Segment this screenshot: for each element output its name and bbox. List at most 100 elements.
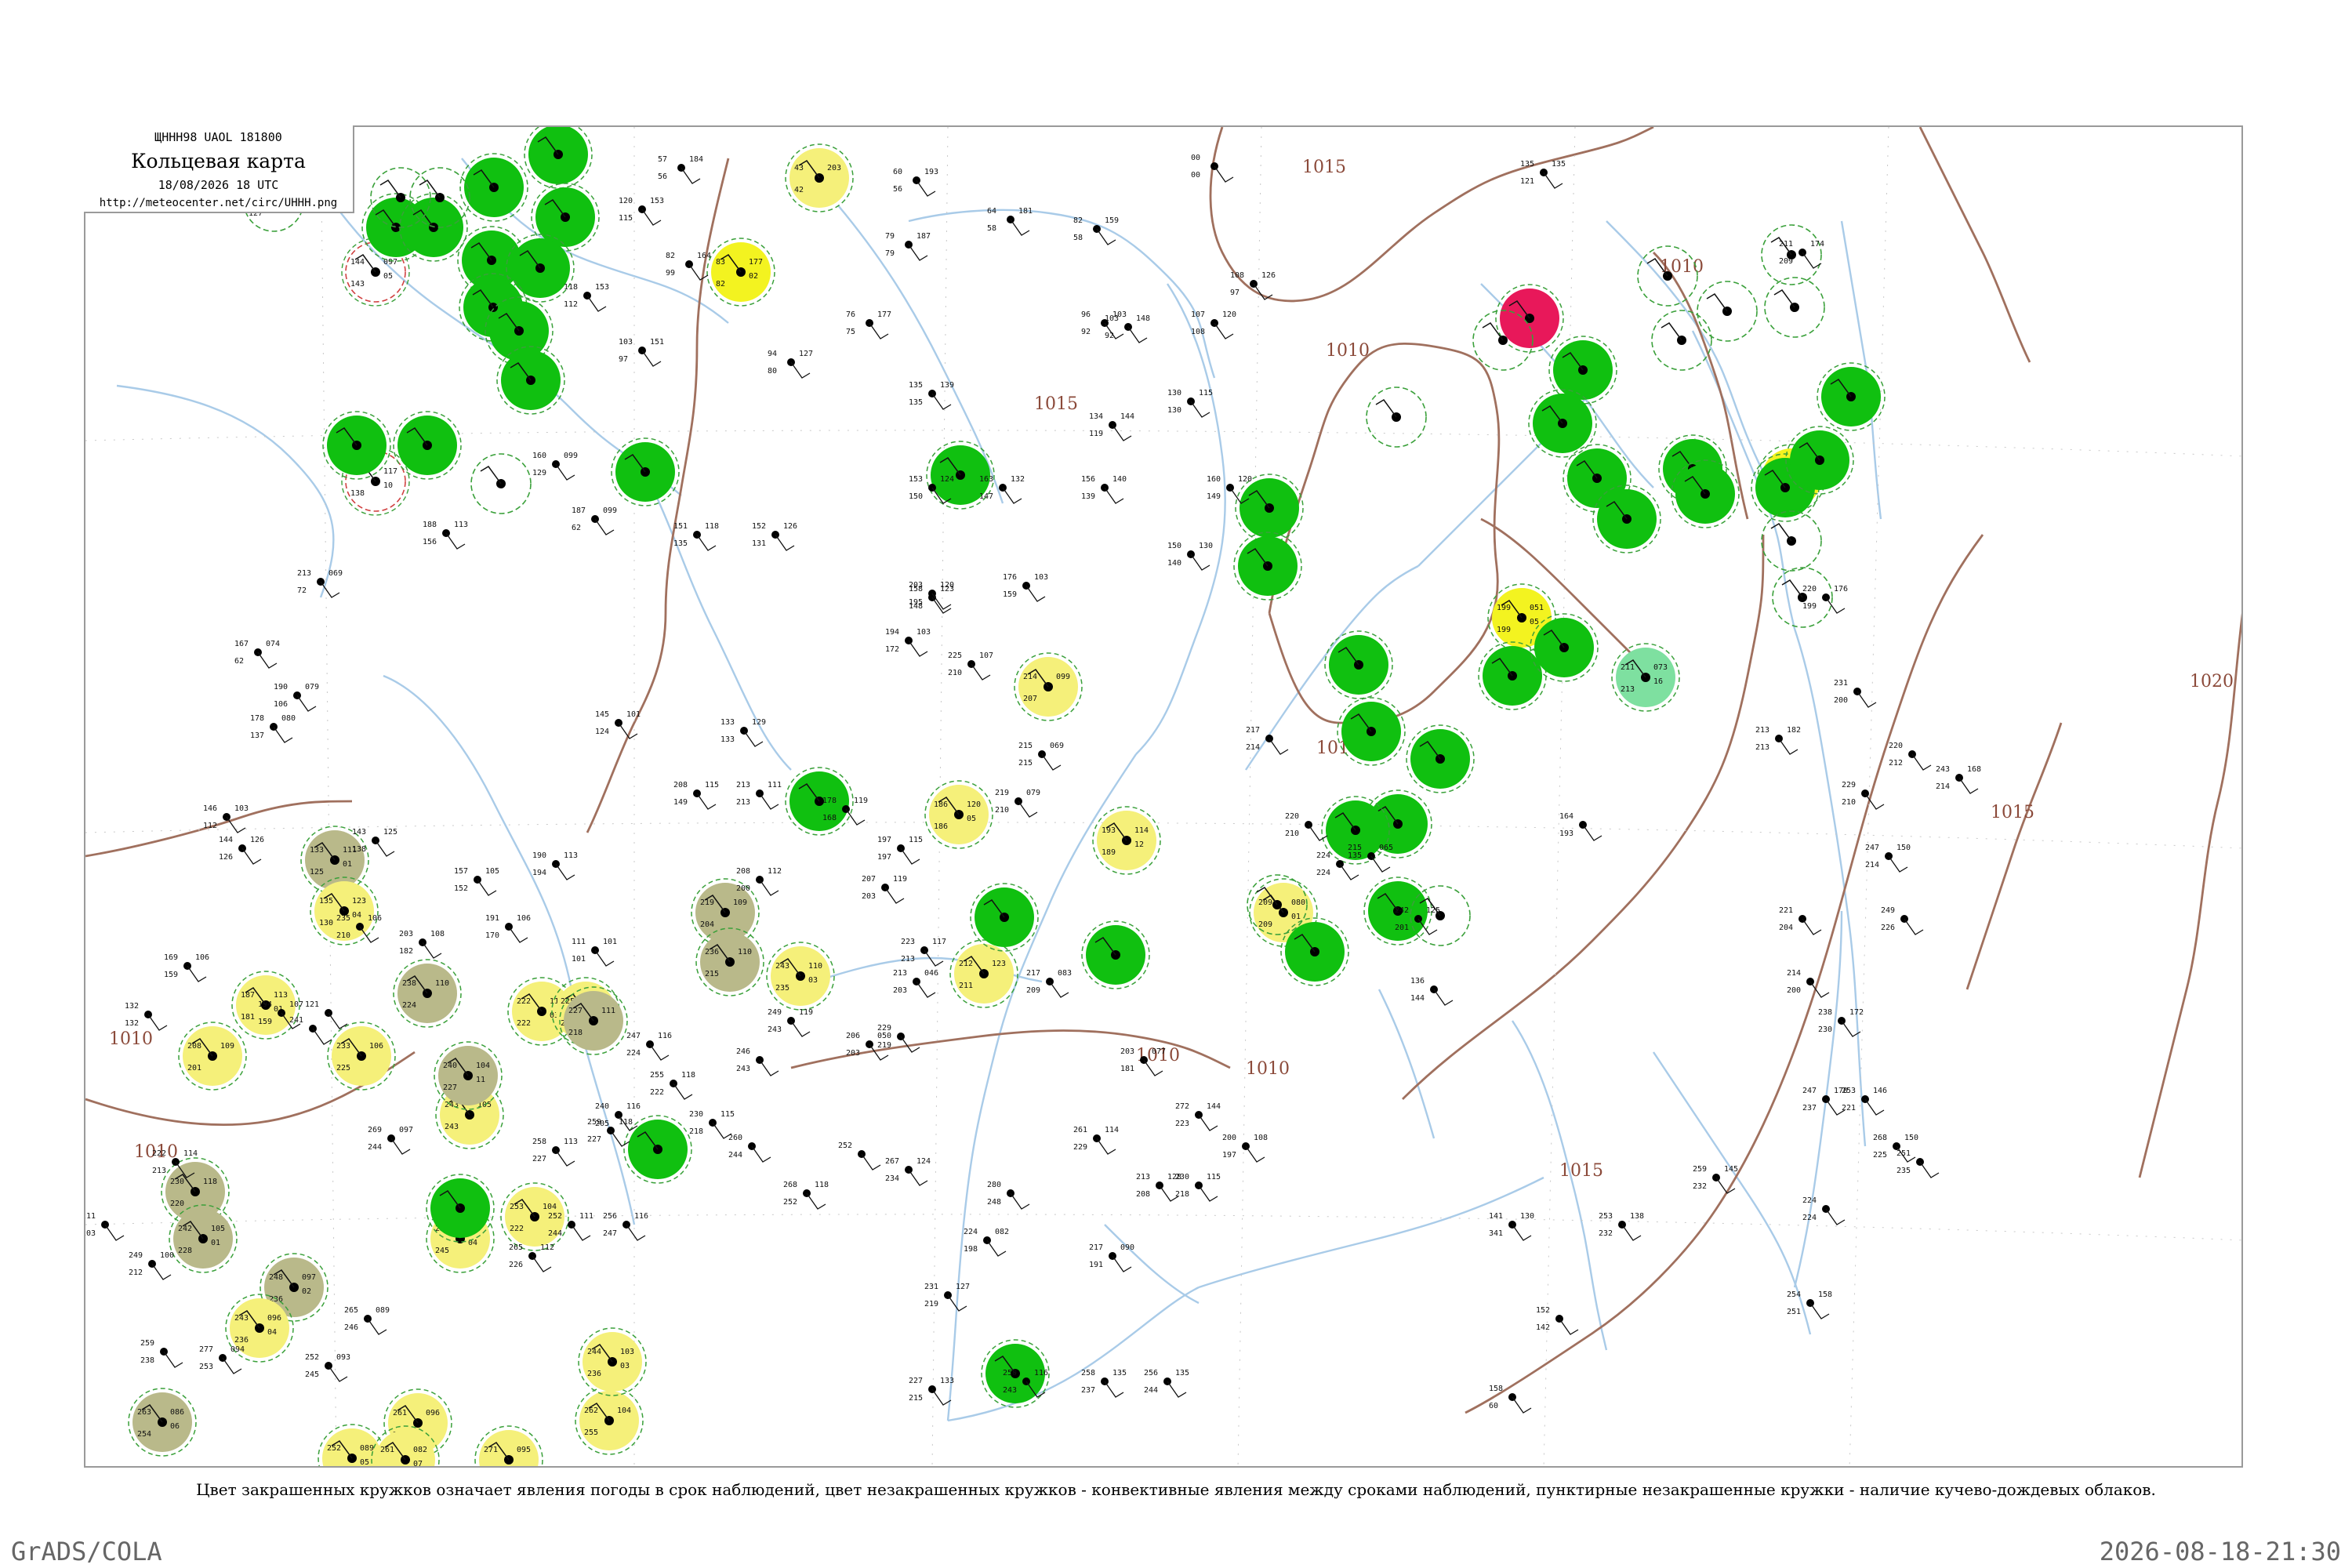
station[interactable]: 111 101 101 <box>572 938 617 967</box>
station[interactable]: 261 229 114 <box>1073 1126 1119 1155</box>
station[interactable]: 249 243 119 <box>768 1008 813 1037</box>
station[interactable]: 203 182 108 <box>399 930 445 959</box>
station[interactable]: 253 221 146 <box>1842 1087 1887 1116</box>
station[interactable]: 190 194 113 <box>532 851 578 880</box>
station[interactable]: 118 112 153 <box>564 283 609 312</box>
station-green[interactable] <box>1406 724 1475 793</box>
station[interactable]: 252 <box>838 1142 881 1171</box>
station[interactable]: 60 56 193 <box>893 168 938 197</box>
station[interactable]: 144 126 126 <box>219 836 264 865</box>
station[interactable]: 213 72 069 <box>297 569 343 598</box>
station[interactable]: 178 137 080 <box>250 714 296 743</box>
station[interactable]: 269 244 097 <box>368 1126 413 1155</box>
station[interactable]: 143 138 125 <box>352 828 397 857</box>
station[interactable]: 213 213 111 <box>736 781 782 810</box>
station[interactable]: 169 159 106 <box>164 953 209 982</box>
station-green[interactable] <box>1817 362 1886 431</box>
station[interactable]: 188 156 113 <box>423 521 468 550</box>
station-yellow[interactable]: 208 201 109 <box>178 1022 247 1091</box>
station[interactable]: 157 152 105 <box>454 867 499 896</box>
station[interactable]: 132 132 <box>125 1002 168 1031</box>
station[interactable]: 214 200 <box>1787 969 1830 998</box>
station[interactable]: 136 144 <box>1410 977 1454 1006</box>
station[interactable]: 160 129 099 <box>532 452 578 481</box>
station[interactable]: 191 170 106 <box>485 914 531 943</box>
station[interactable]: 141 341 130 <box>1489 1212 1534 1241</box>
station[interactable]: 121 <box>305 1000 348 1029</box>
station[interactable]: 217 209 083 <box>1026 969 1072 998</box>
station[interactable]: 164 193 <box>1559 812 1602 841</box>
station[interactable]: 277 253 094 <box>199 1345 245 1374</box>
station-olive[interactable]: 236 215 110 <box>695 927 764 996</box>
station[interactable]: 272 223 144 <box>1175 1102 1221 1131</box>
station[interactable]: 203 195 120 <box>909 581 954 610</box>
station[interactable]: 197 197 115 <box>877 836 923 865</box>
station[interactable]: 265 226 112 <box>509 1243 554 1272</box>
station[interactable]: 151 135 118 <box>673 522 719 551</box>
station[interactable]: 107 108 120 <box>1191 310 1236 339</box>
station-yellow[interactable]: 271271095 <box>474 1425 543 1468</box>
station[interactable]: 256 244 135 <box>1144 1369 1189 1398</box>
station-green[interactable] <box>785 767 854 836</box>
station-cb[interactable] <box>1761 224 1822 285</box>
station-yellow[interactable]: 244 236 103 03 <box>578 1327 647 1396</box>
station[interactable]: 208 149 115 <box>673 781 719 810</box>
station[interactable]: 220 210 <box>1285 812 1328 841</box>
station-olive[interactable]: 238 224 110 <box>393 959 462 1028</box>
station[interactable]: 224 198 082 <box>964 1228 1009 1257</box>
station[interactable]: 258 237 135 <box>1081 1369 1127 1398</box>
station-green[interactable] <box>426 1174 495 1243</box>
station[interactable]: 79 79 187 <box>885 232 931 261</box>
station-cb[interactable] <box>1366 387 1427 448</box>
station[interactable]: 251 235 <box>1896 1149 1940 1178</box>
station[interactable]: 247 224 116 <box>626 1032 672 1061</box>
station-yellow[interactable]: 193 189 114 12 <box>1092 806 1161 875</box>
station[interactable]: 152 131 126 <box>752 522 797 551</box>
station[interactable]: 253 232 138 <box>1599 1212 1644 1241</box>
station[interactable]: 64 58 181 <box>987 207 1033 236</box>
station-cb[interactable] <box>1764 277 1825 338</box>
station[interactable]: 213 213 182 <box>1755 726 1801 755</box>
station-yellow[interactable]: 214 207 099 <box>1014 652 1083 721</box>
station-green[interactable] <box>322 411 391 480</box>
station[interactable]: 176 159 103 <box>1003 573 1048 602</box>
map-url[interactable]: http://meteocenter.net/circ/UHHH.png <box>84 197 353 209</box>
station[interactable]: 135 135 139 <box>909 381 954 410</box>
station[interactable]: 208 200 112 <box>736 867 782 896</box>
station[interactable]: 255 222 118 <box>650 1071 695 1100</box>
station[interactable]: 146 112 103 <box>203 804 249 833</box>
station[interactable]: 213 203 046 <box>893 969 938 998</box>
station-green[interactable] <box>1548 336 1617 405</box>
station[interactable]: 243 214 168 <box>1936 765 1981 794</box>
station[interactable]: 241 <box>289 1016 332 1045</box>
station-green[interactable] <box>1235 474 1304 543</box>
station[interactable]: 103 92 148 <box>1105 314 1150 343</box>
station[interactable]: 211 203 <box>85 1212 125 1241</box>
station-yellow[interactable]: 262 255 104 <box>575 1386 644 1455</box>
station[interactable]: 231 219 127 <box>924 1283 970 1312</box>
station[interactable]: 220 199 176 <box>1802 585 1848 614</box>
station[interactable]: 190 106 079 <box>274 683 319 712</box>
station[interactable]: 256 247 116 <box>603 1212 648 1241</box>
station[interactable]: 225 210 107 <box>948 652 993 681</box>
station-olive[interactable]: 240 227 104 11 <box>434 1041 503 1110</box>
station[interactable]: 258 227 113 <box>532 1138 578 1167</box>
station[interactable]: 220 212 <box>1889 742 1932 771</box>
station[interactable]: 135 121 135 <box>1520 160 1566 189</box>
station[interactable]: 217 214 <box>1246 726 1289 755</box>
station[interactable]: 230 218 115 <box>1175 1173 1221 1202</box>
station[interactable]: 76 75 177 <box>846 310 891 339</box>
station[interactable]: 108 97 126 <box>1230 271 1276 300</box>
station-yellow[interactable]: 243 235 110 03 <box>766 942 835 1011</box>
station-yellow[interactable]: 186 186 120 05 <box>924 780 993 849</box>
station[interactable]: 252 245 093 <box>305 1353 350 1382</box>
station[interactable]: 259227118 <box>587 1118 633 1147</box>
station[interactable]: 200 197 108 <box>1222 1134 1268 1163</box>
station[interactable]: 187 62 099 <box>572 506 617 535</box>
station-yellow[interactable]: 233 225 106 <box>327 1022 396 1091</box>
station[interactable]: 268 252 118 <box>783 1181 829 1210</box>
station[interactable]: 227 215 133 <box>909 1377 954 1406</box>
station-yellow[interactable]: 43 42 203 <box>785 143 854 212</box>
station[interactable]: 134 119 144 <box>1089 412 1134 441</box>
station[interactable]: 211 209 174 <box>1779 240 1824 269</box>
